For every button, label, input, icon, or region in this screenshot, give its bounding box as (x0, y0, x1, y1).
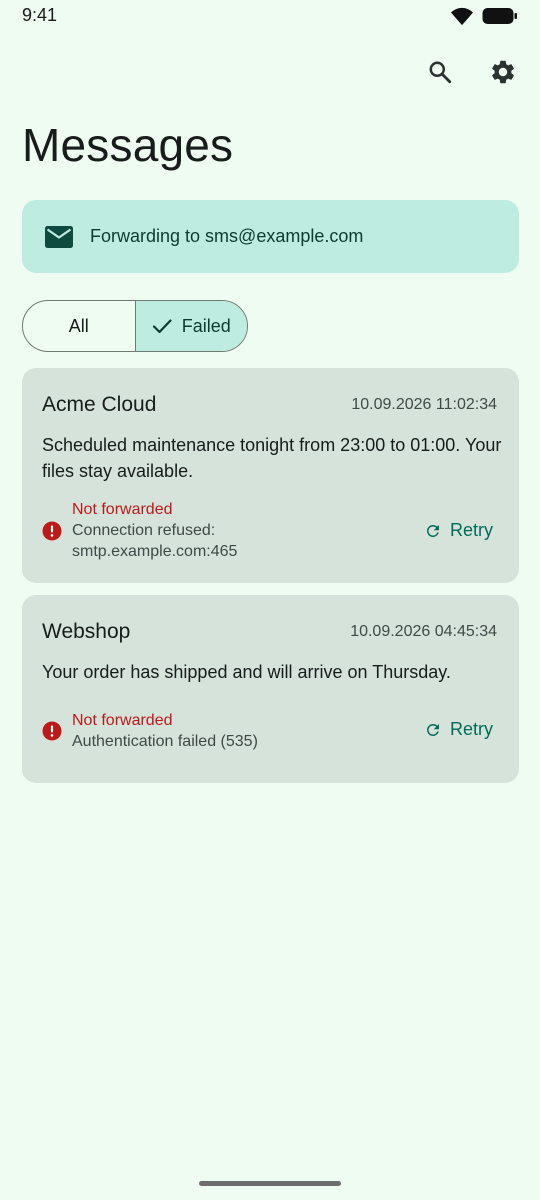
retry-button[interactable]: Retry (424, 719, 493, 740)
message-sender: Webshop (42, 620, 131, 643)
message-timestamp: 10.09.2026 04:45:34 (350, 623, 497, 640)
forwarding-status: Not forwarded Connection refused: smtp.e… (42, 500, 262, 562)
check-icon (152, 318, 172, 334)
status-detail: Connection refused: smtp.example.com:465 (72, 522, 238, 560)
status-text: Not forwarded Connection refused: smtp.e… (72, 500, 262, 562)
refresh-icon (424, 522, 442, 540)
battery-icon (482, 7, 518, 30)
status-icons (450, 6, 518, 31)
wifi-icon (450, 6, 474, 31)
forwarding-address-text: Forwarding to sms@example.com (90, 226, 364, 246)
message-body: Scheduled maintenance tonight from 23:00… (42, 435, 502, 481)
forwarding-status: Not forwarded Authentication failed (535… (42, 711, 258, 752)
message-card[interactable]: Acme Cloud 10.09.2026 11:02:34 Scheduled… (22, 368, 519, 583)
mail-icon (44, 222, 74, 252)
gear-icon (489, 58, 517, 91)
filter-all[interactable]: All (23, 301, 135, 351)
home-indicator[interactable] (199, 1181, 341, 1186)
status-bar: 9:41 (0, 0, 540, 32)
filter-failed-label: Failed (181, 315, 231, 336)
search-button[interactable] (420, 54, 460, 94)
retry-label: Retry (449, 520, 493, 540)
error-icon (42, 521, 62, 541)
page-title: Messages (22, 119, 234, 171)
filter-all-label: All (68, 315, 89, 336)
message-filter: All Failed (22, 300, 248, 352)
message-timestamp: 10.09.2026 11:02:34 (351, 396, 497, 413)
status-text: Not forwarded Authentication failed (535… (72, 711, 258, 752)
settings-button[interactable] (483, 54, 523, 94)
status-time: 9:41 (22, 5, 58, 25)
messages-screen: 9:41 Messages Forwarding to sms@example.… (0, 0, 540, 1200)
error-icon (42, 721, 62, 741)
message-body: Your order has shipped and will arrive o… (42, 662, 451, 682)
retry-label: Retry (449, 719, 493, 739)
refresh-icon (424, 721, 442, 739)
filter-failed[interactable]: Failed (134, 301, 247, 351)
status-title: Not forwarded (72, 501, 173, 518)
search-icon (427, 59, 453, 90)
status-detail: Authentication failed (535) (72, 733, 258, 750)
retry-button[interactable]: Retry (424, 520, 493, 541)
message-sender: Acme Cloud (42, 393, 157, 416)
forwarding-banner[interactable]: Forwarding to sms@example.com (22, 200, 519, 273)
message-card[interactable]: Webshop 10.09.2026 04:45:34 Your order h… (22, 595, 519, 783)
status-title: Not forwarded (72, 712, 173, 729)
